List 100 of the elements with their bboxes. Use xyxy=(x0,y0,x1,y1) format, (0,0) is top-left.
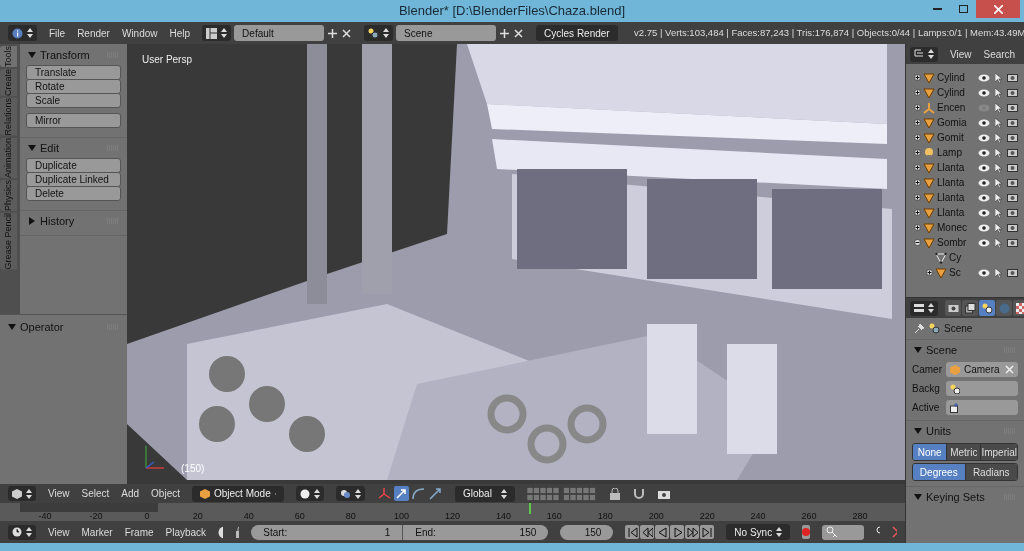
shading-dropdown[interactable] xyxy=(296,486,324,501)
camera-icon[interactable] xyxy=(1007,148,1018,157)
outliner-item[interactable]: Sc xyxy=(949,265,961,280)
tool-button[interactable]: Mirror xyxy=(26,113,121,128)
eye-icon[interactable] xyxy=(978,238,990,247)
editor-type-button[interactable] xyxy=(8,524,36,540)
collapse-icon[interactable] xyxy=(914,239,921,246)
menu-item[interactable]: Help xyxy=(169,25,191,41)
toggle-button[interactable]: Imperial xyxy=(981,444,1017,460)
cursor-arrow-icon[interactable] xyxy=(995,237,1002,248)
scale-arrow-icon[interactable] xyxy=(428,486,443,501)
outliner-item[interactable]: Sombr xyxy=(937,235,967,250)
playback-button[interactable] xyxy=(685,525,700,539)
eye-icon[interactable] xyxy=(978,133,990,142)
playback-button[interactable] xyxy=(700,525,715,539)
expanded-triangle-icon[interactable] xyxy=(8,323,16,331)
outliner-item[interactable]: Lamp xyxy=(937,145,962,160)
panel-title[interactable]: Units xyxy=(926,422,952,440)
expanded-triangle-icon[interactable] xyxy=(914,346,922,354)
properties-tab[interactable] xyxy=(979,300,995,316)
tool-button[interactable]: Scale xyxy=(26,93,121,108)
toggle-button[interactable]: Radians xyxy=(965,464,1017,480)
vertical-tab[interactable]: Tools xyxy=(0,46,17,67)
cursor-arrow-icon[interactable] xyxy=(995,222,1002,233)
cursor-arrow-icon[interactable] xyxy=(995,72,1002,83)
datablock-field[interactable] xyxy=(946,381,1018,396)
key-cross-icon[interactable] xyxy=(892,526,897,538)
panel-title[interactable]: Scene xyxy=(926,341,958,359)
sync-dropdown[interactable]: No Sync xyxy=(726,524,791,540)
outliner-item[interactable]: Monec xyxy=(937,220,967,235)
layout-field[interactable]: Default xyxy=(234,25,325,41)
cursor-arrow-icon[interactable] xyxy=(995,192,1002,203)
keying-set-field[interactable] xyxy=(822,524,864,540)
cursor-arrow-icon[interactable] xyxy=(995,132,1002,143)
eye-icon[interactable] xyxy=(978,178,990,187)
panel-title[interactable]: Keying Sets xyxy=(926,488,985,506)
expanded-triangle-icon[interactable] xyxy=(28,144,36,152)
toggle-button[interactable]: Degrees xyxy=(913,464,966,480)
cursor-arrow-icon[interactable] xyxy=(995,267,1002,278)
playback-button[interactable] xyxy=(625,525,640,539)
expand-icon[interactable] xyxy=(914,149,921,156)
camera-icon[interactable] xyxy=(1007,88,1018,97)
panel-title[interactable]: Transform xyxy=(40,46,90,64)
toggle-button[interactable]: Metric xyxy=(947,444,982,460)
cursor-arrow-icon[interactable] xyxy=(995,147,1002,158)
menu-item[interactable]: View xyxy=(48,486,70,501)
expand-icon[interactable] xyxy=(914,74,921,81)
outliner-item[interactable]: Llanta xyxy=(937,160,965,175)
collapsed-triangle-icon[interactable] xyxy=(28,217,36,225)
outliner-item[interactable]: Cy xyxy=(949,250,962,265)
start-frame-field[interactable]: Start: 1 xyxy=(251,524,404,540)
expand-icon[interactable] xyxy=(914,224,921,231)
close-icon[interactable] xyxy=(513,27,525,39)
camera-icon[interactable] xyxy=(1007,238,1018,247)
camera-icon[interactable] xyxy=(1007,178,1018,187)
expand-icon[interactable] xyxy=(914,194,921,201)
tool-button[interactable]: Delete xyxy=(26,186,121,201)
outliner-item[interactable]: Gomia xyxy=(937,115,967,130)
preview-range-icon[interactable] xyxy=(218,525,224,539)
properties-tab[interactable] xyxy=(945,300,961,316)
menu-item[interactable]: View xyxy=(950,46,972,62)
expand-icon[interactable] xyxy=(914,119,921,126)
editor-type-button[interactable] xyxy=(8,486,36,501)
expand-icon[interactable] xyxy=(926,269,933,276)
panel-title[interactable]: History xyxy=(40,212,75,230)
editor-type-button[interactable] xyxy=(8,25,37,41)
menu-item[interactable]: View xyxy=(48,524,70,540)
lock-icon[interactable] xyxy=(235,526,240,538)
panel-title[interactable]: Edit xyxy=(40,139,59,157)
magnet-icon[interactable] xyxy=(633,487,645,500)
lock-icon[interactable] xyxy=(609,487,621,500)
3d-viewport[interactable]: User Persp (150) xyxy=(127,44,905,484)
camera-icon[interactable] xyxy=(1007,163,1018,172)
menu-item[interactable]: Search xyxy=(983,46,1016,62)
expand-icon[interactable] xyxy=(914,179,921,186)
playback-button[interactable] xyxy=(655,525,670,539)
camera-icon[interactable] xyxy=(1007,268,1018,277)
toggle-button[interactable]: None xyxy=(913,444,948,460)
eye-icon[interactable] xyxy=(978,163,990,172)
close-button[interactable] xyxy=(976,0,1020,18)
cursor-arrow-icon[interactable] xyxy=(995,207,1002,218)
eye-icon[interactable] xyxy=(978,268,990,277)
eye-icon[interactable] xyxy=(978,223,990,232)
add-icon[interactable] xyxy=(499,27,511,39)
expand-icon[interactable] xyxy=(914,134,921,141)
layout-type-button[interactable] xyxy=(202,25,232,41)
pin-icon[interactable] xyxy=(914,323,925,334)
pivot-dropdown[interactable] xyxy=(336,486,365,501)
current-frame-field[interactable]: 150 xyxy=(560,524,614,540)
menu-item[interactable]: Marker xyxy=(81,524,113,540)
camera-icon[interactable] xyxy=(1007,118,1018,127)
expand-icon[interactable] xyxy=(914,164,921,171)
properties-tab[interactable] xyxy=(962,300,978,316)
render-engine-dropdown[interactable]: Cycles Render xyxy=(536,25,619,41)
move-arrow-button[interactable] xyxy=(394,486,409,501)
scene-type-button[interactable] xyxy=(364,25,394,41)
expand-icon[interactable] xyxy=(914,209,921,216)
cursor-arrow-icon[interactable] xyxy=(995,87,1002,98)
expand-icon[interactable] xyxy=(914,104,921,111)
expand-icon[interactable] xyxy=(914,89,921,96)
